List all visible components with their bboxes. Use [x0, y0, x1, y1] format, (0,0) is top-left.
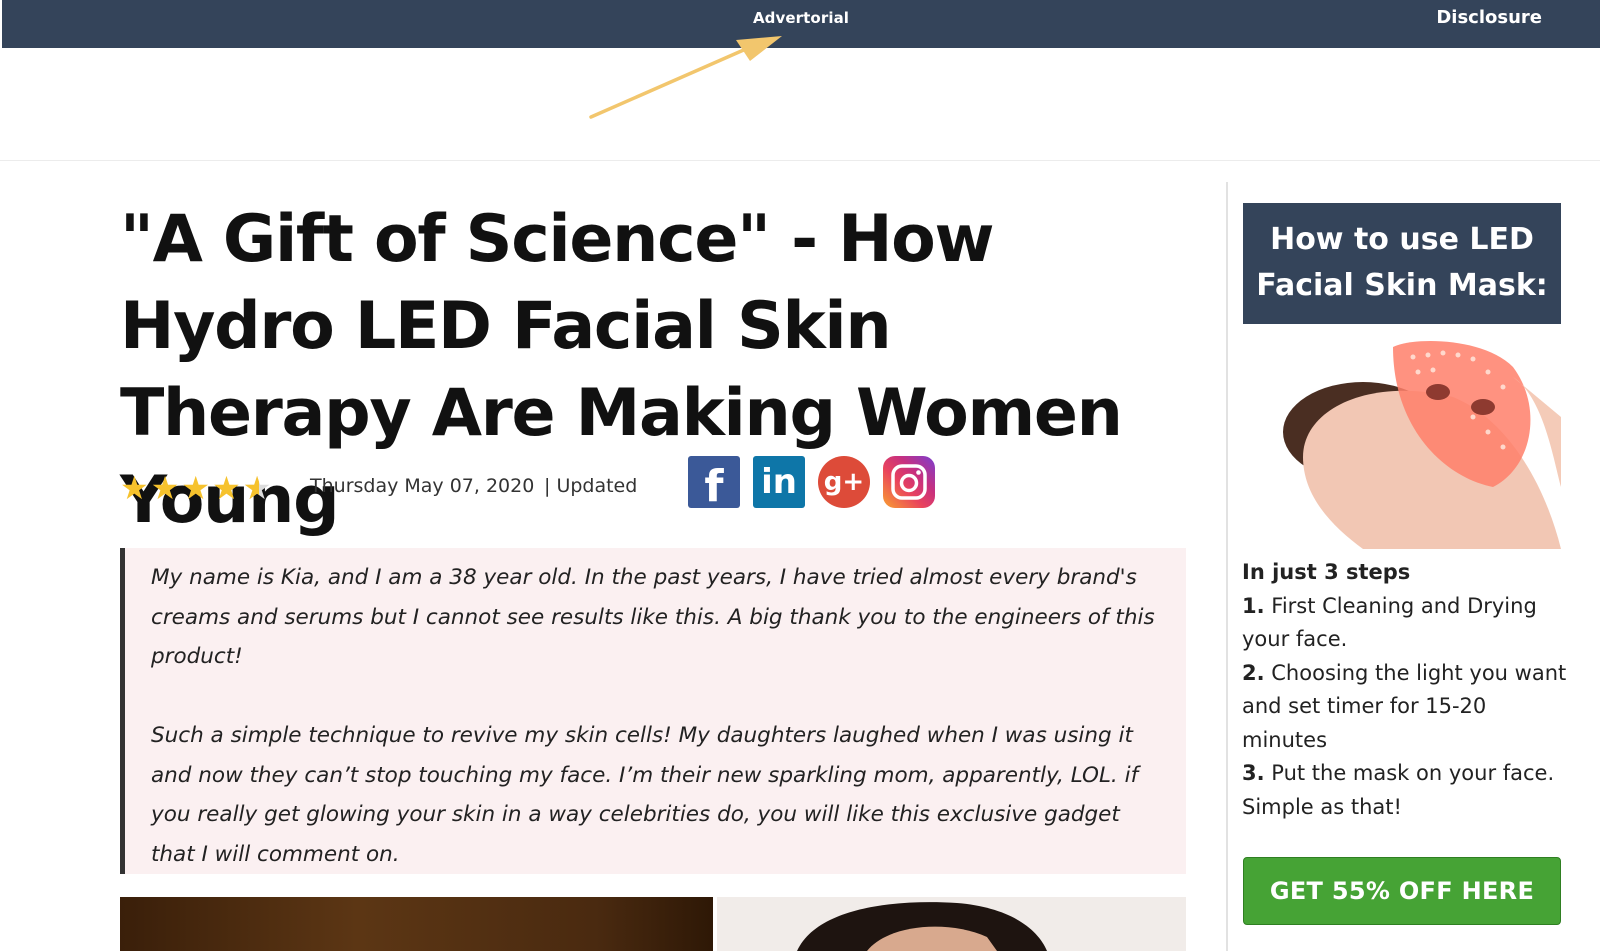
- article-photo-left: [120, 897, 713, 951]
- instagram-glyph: [891, 464, 927, 500]
- quote-paragraph: Such a simple technique to revive my ski…: [151, 723, 1139, 867]
- star-icon: ★: [150, 469, 182, 507]
- quote-paragraph: My name is Kia, and I am a 38 year old. …: [151, 565, 1155, 669]
- step-item: 3. Put the mask on your face. Simple as …: [1242, 757, 1572, 824]
- article-meta: ★★★★★★ Thursday May 07, 2020 | Updated f…: [120, 456, 940, 512]
- step-number: 2.: [1242, 660, 1265, 685]
- step-text: Choosing the light you want and set time…: [1242, 660, 1567, 752]
- get-discount-button[interactable]: GET 55% OFF HERE: [1243, 857, 1561, 925]
- star-icon: ★: [120, 469, 151, 507]
- step-number: 3.: [1242, 761, 1265, 785]
- publish-date: Thursday May 07, 2020: [310, 475, 535, 497]
- star-icon: ★: [212, 469, 243, 507]
- header-divider: [0, 160, 1600, 161]
- sidebar-divider: [1226, 182, 1228, 951]
- linkedin-icon[interactable]: in: [753, 456, 805, 508]
- advertorial-label: Advertorial: [752, 9, 850, 27]
- top-bar: Advertorial Disclosure: [2, 0, 1600, 48]
- half-star-icon: ★★: [242, 469, 274, 507]
- updated-label: | Updated: [544, 475, 638, 497]
- instagram-icon[interactable]: [883, 456, 935, 508]
- step-item: 2. Choosing the light you want and set t…: [1242, 657, 1572, 758]
- sidebar-heading: How to use LED Facial Skin Mask:: [1243, 203, 1561, 324]
- steps-intro: In just 3 steps: [1242, 560, 1411, 584]
- social-share-bar: f in g+: [688, 456, 935, 512]
- usage-steps: In just 3 steps 1. First Cleaning and Dr…: [1242, 556, 1572, 824]
- step-number: 1.: [1242, 593, 1265, 618]
- disclosure-link[interactable]: Disclosure: [1436, 7, 1542, 28]
- woman-portrait-image: [797, 902, 1047, 951]
- google-plus-icon[interactable]: g+: [818, 456, 870, 508]
- step-text: First Cleaning and Drying your face.: [1242, 593, 1537, 652]
- article-photo-right: [717, 897, 1186, 951]
- step-item: 1. First Cleaning and Drying your face.: [1242, 590, 1572, 657]
- facebook-icon[interactable]: f: [688, 456, 740, 512]
- testimonial-quote: My name is Kia, and I am a 38 year old. …: [120, 548, 1186, 874]
- star-icon: ★: [181, 469, 213, 507]
- led-mask-woman-image: [1243, 337, 1561, 549]
- star-rating: ★★★★★★: [120, 472, 273, 504]
- step-text: Put the mask on your face. Simple as tha…: [1242, 761, 1555, 819]
